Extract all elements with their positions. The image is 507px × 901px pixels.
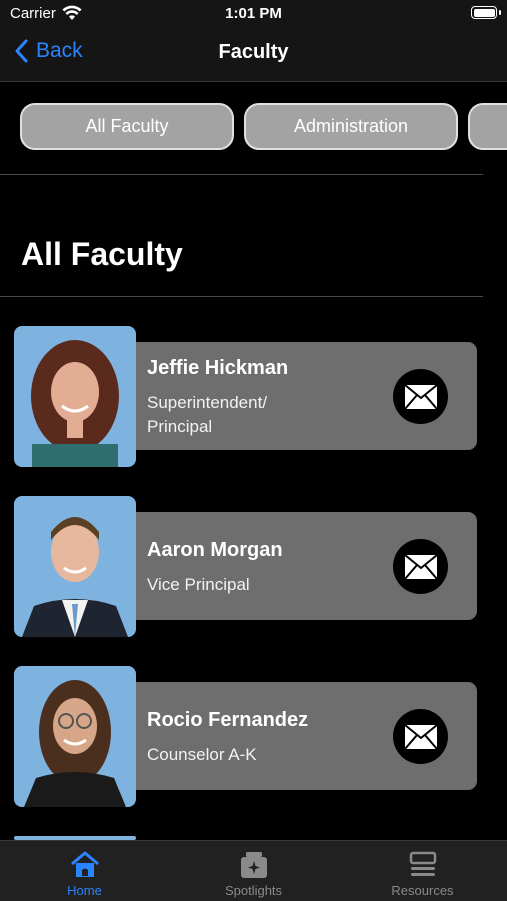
faculty-photo [14, 496, 136, 637]
status-bar: Carrier 1:01 PM [0, 0, 507, 28]
clock: 1:01 PM [225, 5, 282, 22]
mail-icon [403, 553, 438, 580]
section-title: All Faculty [21, 236, 183, 272]
battery-cap [499, 10, 501, 15]
tab-label: Spotlights [224, 883, 283, 898]
faculty-card[interactable]: Rocio Fernandez Counselor A-K [14, 666, 477, 807]
navigation-bar: Back Faculty [0, 28, 507, 82]
tab-bar: Home Spotlights Resources [0, 840, 507, 901]
faculty-photo [14, 666, 136, 807]
resources-icon [409, 851, 436, 876]
mail-icon [403, 723, 438, 750]
email-button[interactable] [393, 709, 448, 764]
faculty-photo [14, 326, 136, 467]
filter-administration[interactable]: Administration [244, 103, 458, 150]
faculty-card[interactable]: Aaron Morgan Vice Principal [14, 496, 477, 637]
filter-next[interactable] [468, 103, 507, 150]
filter-chips: All Faculty Administration [0, 82, 507, 174]
email-button[interactable] [393, 539, 448, 594]
tab-resources[interactable]: Resources [338, 841, 507, 901]
email-button[interactable] [393, 369, 448, 424]
faculty-role: Vice Principal [147, 575, 250, 594]
spotlights-icon [240, 852, 267, 878]
faculty-name: Jeffie Hickman [147, 357, 289, 379]
faculty-name: Rocio Fernandez [147, 709, 309, 731]
faculty-role: Counselor A-K [147, 745, 257, 764]
home-icon [70, 851, 99, 877]
page-title: Faculty [218, 41, 289, 63]
filter-all-faculty[interactable]: All Faculty [20, 103, 234, 150]
tab-label: Resources [391, 883, 454, 898]
faculty-name: Aaron Morgan [147, 539, 283, 561]
tab-home[interactable]: Home [0, 841, 169, 901]
faculty-card[interactable]: Jeffie Hickman Superintendent/ Principal [14, 326, 477, 467]
battery-icon [471, 6, 497, 19]
mail-icon [403, 383, 438, 410]
tab-spotlights[interactable]: Spotlights [169, 841, 338, 901]
divider [0, 296, 483, 297]
faculty-role: Superintendent/ Principal [147, 393, 268, 436]
tab-label: Home [67, 883, 102, 898]
divider [0, 174, 483, 175]
